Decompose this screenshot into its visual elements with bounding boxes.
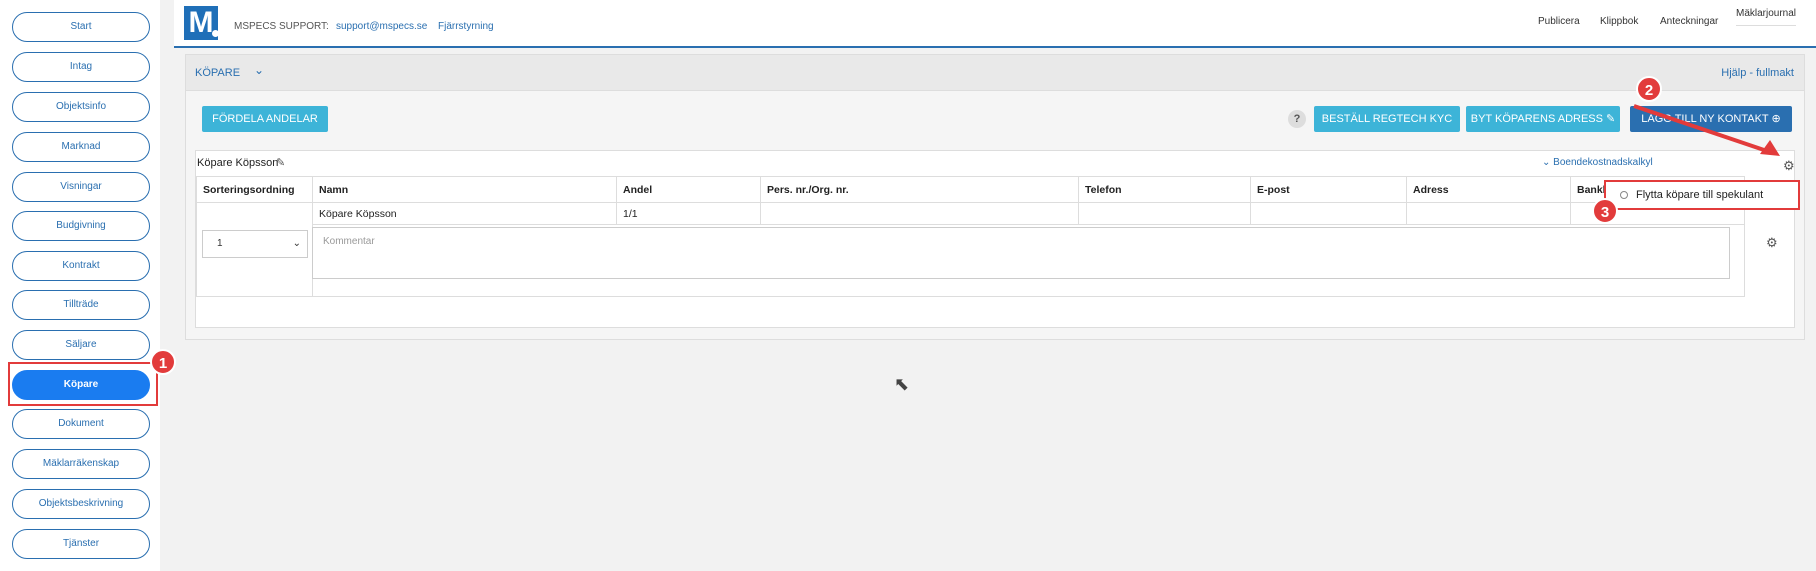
help-fullmakt-link[interactable]: Hjälp - fullmakt [1721, 67, 1794, 79]
help-question-icon[interactable]: ? [1288, 110, 1306, 128]
top-bar: M MSPECS SUPPORT: support@mspecs.se Fjär… [174, 0, 1816, 48]
support-label: MSPECS SUPPORT: [234, 21, 329, 32]
publicera-link[interactable]: Publicera [1538, 16, 1580, 27]
flytta-kopare-menu-item[interactable]: Flytta köpare till spekulant [1604, 180, 1800, 210]
col-telefon: Telefon [1078, 176, 1251, 203]
popup-label: Flytta köpare till spekulant [1636, 189, 1764, 201]
cell-epost [1250, 202, 1407, 225]
col-epost: E-post [1250, 176, 1407, 203]
sidebar-item-objektsbeskrivning[interactable]: Objektsbeskrivning [12, 489, 150, 519]
table-header-row: Sorteringsordning Namn Andel Pers. nr./O… [196, 176, 1745, 203]
step-badge-1: 1 [150, 349, 176, 375]
col-pers-nr: Pers. nr./Org. nr. [760, 176, 1079, 203]
panel-header: KÖPARE ⌄ Hjälp - fullmakt [186, 55, 1804, 91]
sidebar-item-maklarrakenskap[interactable]: Mäklarräkenskap [12, 449, 150, 479]
cell-adress [1406, 202, 1571, 225]
sidebar-item-marknad[interactable]: Marknad [12, 132, 150, 162]
cell-andel: 1/1 [616, 202, 761, 225]
highlight-box [8, 362, 158, 406]
cell-pers-nr [760, 202, 1079, 225]
sidebar-item-objektsinfo[interactable]: Objektsinfo [12, 92, 150, 122]
sidebar-item-start[interactable]: Start [12, 12, 150, 42]
buyer-name-heading: Köpare Köpsson [197, 157, 279, 169]
sidebar-item-saljare[interactable]: Säljare [12, 330, 150, 360]
sidebar-item-tjanster[interactable]: Tjänster [12, 529, 150, 559]
step-badge-3: 3 [1592, 198, 1618, 224]
cell-telefon [1078, 202, 1251, 225]
arrow-annotation [1633, 104, 1780, 156]
buyer-card: Köpare Köpsson ✎ ⌄ Boendekostnadskalkyl … [195, 150, 1795, 328]
row-gear-icon[interactable]: ⚙ [1766, 235, 1778, 251]
support-email-link[interactable]: support@mspecs.se [336, 21, 427, 32]
sort-order-select[interactable]: 1 ⌄ [202, 230, 308, 258]
edit-icon[interactable]: ✎ [276, 156, 285, 169]
bestall-regtech-kyc-button[interactable]: BESTÄLL REGTECH KYC [1314, 106, 1460, 132]
sidebar-item-tilltrade[interactable]: Tillträde [12, 290, 150, 320]
mouse-cursor-icon: ⬉ [894, 374, 910, 394]
fordela-andelar-button[interactable]: FÖRDELA ANDELAR [202, 106, 328, 132]
sidebar-item-budgivning[interactable]: Budgivning [12, 211, 150, 241]
panel-title[interactable]: KÖPARE [195, 67, 240, 79]
radio-icon [1620, 191, 1628, 200]
col-namn: Namn [312, 176, 617, 203]
anteckningar-link[interactable]: Anteckningar [1660, 16, 1718, 27]
sort-order-value: 1 [217, 238, 223, 249]
maklarjournal-link[interactable]: Mäklarjournal [1736, 8, 1797, 26]
cell-namn: Köpare Köpsson [312, 202, 617, 225]
remote-control-link[interactable]: Fjärrstyrning [438, 21, 494, 32]
chevron-down-icon: ⌄ [292, 238, 301, 249]
logo-dot [212, 30, 219, 37]
kopare-panel: KÖPARE ⌄ Hjälp - fullmakt FÖRDELA ANDELA… [185, 54, 1805, 340]
sidebar-item-dokument[interactable]: Dokument [12, 409, 150, 439]
col-adress: Adress [1406, 176, 1571, 203]
sidebar: Start Intag Objektsinfo Marknad Visninga… [0, 0, 160, 571]
sidebar-item-intag[interactable]: Intag [12, 52, 150, 82]
comment-textarea[interactable]: Kommentar [312, 227, 1730, 279]
sidebar-item-kontrakt[interactable]: Kontrakt [12, 251, 150, 281]
byt-koparens-adress-button[interactable]: BYT KÖPARENS ADRESS ✎ [1466, 106, 1620, 132]
col-sorteringsordning: Sorteringsordning [196, 176, 313, 203]
chevron-down-icon[interactable]: ⌄ [254, 63, 264, 77]
klippbok-link[interactable]: Klippbok [1600, 16, 1638, 27]
table-row: Köpare Köpsson 1/1 [196, 202, 1745, 297]
col-andel: Andel [616, 176, 761, 203]
step-badge-2: 2 [1636, 76, 1662, 102]
sidebar-item-visningar[interactable]: Visningar [12, 172, 150, 202]
